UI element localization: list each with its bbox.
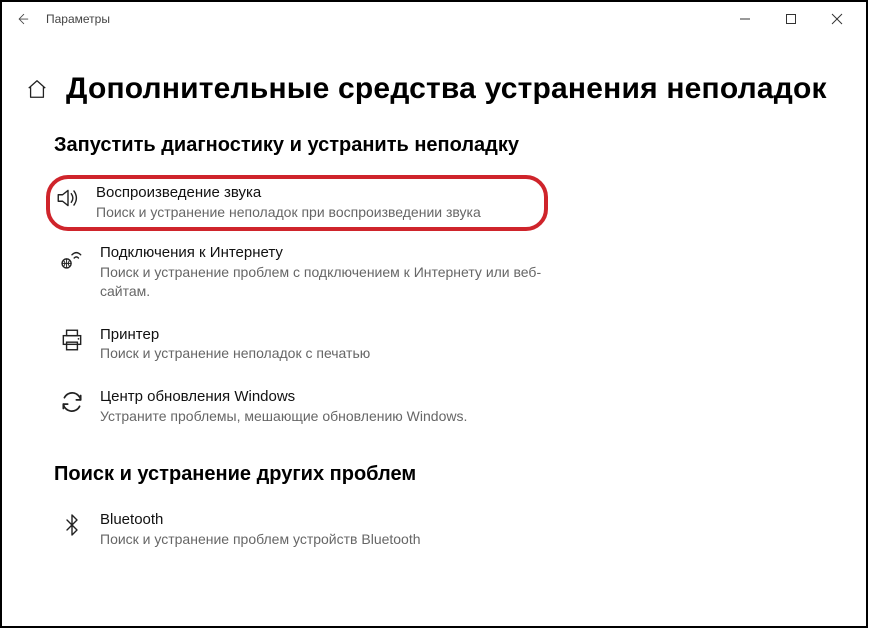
troubleshooter-audio-playback[interactable]: Воспроизведение звука Поиск и устранение… (46, 175, 548, 231)
item-label: Принтер (100, 325, 370, 345)
home-icon (26, 78, 48, 100)
troubleshooter-printer[interactable]: Принтер Поиск и устранение неполадок с п… (54, 319, 628, 371)
item-label: Bluetooth (100, 510, 421, 530)
window-title: Параметры (46, 12, 110, 26)
page-header: Дополнительные средства устранения непол… (26, 72, 842, 106)
item-desc: Поиск и устранение неполадок с печатью (100, 344, 370, 363)
wifi-globe-icon (58, 245, 86, 273)
printer-icon (58, 327, 86, 355)
troubleshooter-internet[interactable]: Подключения к Интернету Поиск и устранен… (54, 237, 628, 308)
settings-window: Параметры (0, 0, 868, 628)
item-label: Центр обновления Windows (100, 387, 467, 407)
item-label: Подключения к Интернету (100, 243, 570, 263)
secondary-items: Bluetooth Поиск и устранение проблем уст… (54, 504, 842, 556)
minimize-icon (739, 13, 751, 25)
content-area: Дополнительные средства устранения непол… (2, 36, 866, 557)
troubleshooter-windows-update[interactable]: Центр обновления Windows Устраните пробл… (54, 381, 628, 433)
primary-items: Воспроизведение звука Поиск и устранение… (54, 175, 842, 433)
item-label: Воспроизведение звука (96, 183, 481, 203)
back-button[interactable] (12, 12, 32, 26)
item-desc: Поиск и устранение проблем устройств Blu… (100, 530, 421, 549)
close-icon (831, 13, 843, 25)
minimize-button[interactable] (722, 4, 768, 34)
item-desc: Устраните проблемы, мешающие обновлению … (100, 407, 467, 426)
troubleshooter-bluetooth[interactable]: Bluetooth Поиск и устранение проблем уст… (54, 504, 628, 556)
window-controls (722, 4, 860, 34)
home-button[interactable] (26, 78, 48, 100)
sync-icon (58, 389, 86, 417)
bluetooth-icon (58, 512, 86, 540)
arrow-left-icon (15, 12, 29, 26)
close-button[interactable] (814, 4, 860, 34)
titlebar: Параметры (2, 2, 866, 36)
section-heading-secondary: Поиск и устранение других проблем (54, 463, 842, 486)
page-title: Дополнительные средства устранения непол… (66, 72, 827, 106)
speaker-icon (54, 185, 82, 213)
maximize-icon (785, 13, 797, 25)
section-heading-primary: Запустить диагностику и устранить непола… (54, 134, 842, 157)
maximize-button[interactable] (768, 4, 814, 34)
item-desc: Поиск и устранение неполадок при воспрои… (96, 203, 481, 222)
item-desc: Поиск и устранение проблем с подключение… (100, 263, 570, 301)
